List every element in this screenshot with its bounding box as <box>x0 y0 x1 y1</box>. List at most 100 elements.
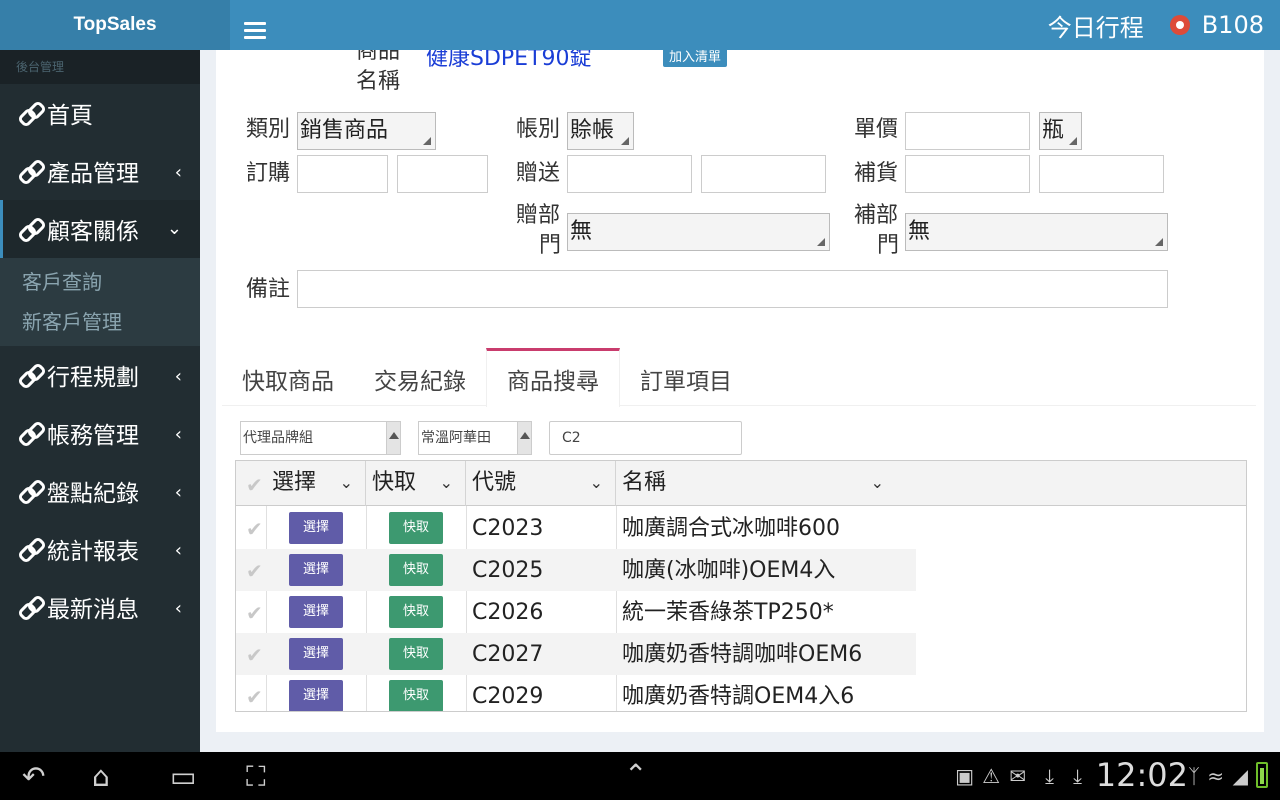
chevron-left-icon: ‹ <box>174 424 182 445</box>
quick-button[interactable]: 快取 <box>389 680 443 711</box>
chevron-up-icon[interactable]: ⌃ <box>624 758 647 791</box>
brand-group-select[interactable]: 代理品牌組 <box>240 421 401 455</box>
product-name-value[interactable]: 健康SDPET90錠 <box>426 50 592 72</box>
quick-button[interactable]: 快取 <box>389 554 443 586</box>
row-code: C2026 <box>472 600 544 625</box>
submenu-new-customer[interactable]: 新客戶管理 <box>0 302 200 342</box>
table-row[interactable]: ✔ 選擇 快取 C2025 咖廣(冰咖啡)OEM4入 <box>236 549 916 591</box>
link-icon <box>19 423 45 443</box>
mail-icon: ✉ <box>1009 764 1026 788</box>
quick-button[interactable]: 快取 <box>389 596 443 628</box>
order-qty-input-2[interactable] <box>397 155 488 193</box>
sidebar-item-label: 盤點紀錄 <box>47 481 139 507</box>
link-icon <box>19 597 45 617</box>
chevron-down-icon: ⌄ <box>339 473 353 492</box>
restock-dept-label-line1: 補部 <box>854 203 899 228</box>
chevron-down-icon: ⌄ <box>439 473 453 492</box>
warning-icon: ⚠ <box>982 764 1000 788</box>
system-nav-bar: ↶ ⌂ ▭ ⛶ ⌃ ▣ ⚠ ✉ ⤓ ⤓ 12:02 ᛉ ≈ ◢ <box>0 752 1280 800</box>
col-code-header[interactable]: 代號 ⌄ <box>466 461 616 506</box>
col-quick-header[interactable]: 快取 ⌄ <box>366 461 466 506</box>
price-input[interactable] <box>905 112 1030 150</box>
sidebar-item-label: 帳務管理 <box>47 423 139 449</box>
order-qty-input[interactable] <box>297 155 388 193</box>
select-button[interactable]: 選擇 <box>289 596 343 628</box>
row-code: C2025 <box>472 558 544 583</box>
add-to-list-button[interactable]: 加入清單 <box>663 50 728 67</box>
select-all-check-icon[interactable]: ✔ <box>246 473 263 497</box>
product-grid: ✔ 選擇 ⌄ 快取 ⌄ 代號 ⌄ 名稱 ⌄ ✔ 選擇 快取 C2023 咖廣調合式冰咖啡… <box>235 460 1247 712</box>
supplier-select[interactable]: 常溫阿華田 <box>418 421 532 455</box>
table-row[interactable]: ✔ 選擇 快取 C2023 咖廣調合式冰咖啡600 <box>236 507 916 549</box>
category-label: 類別 <box>246 117 291 142</box>
submenu-customer-query[interactable]: 客戶查詢 <box>0 262 200 302</box>
table-row[interactable]: ✔ 選擇 快取 C2027 咖廣奶香特調咖啡OEM6 <box>236 633 916 675</box>
note-label: 備註 <box>246 277 291 302</box>
row-name: 咖廣(冰咖啡)OEM4入 <box>622 558 836 583</box>
col-name-header[interactable]: 名稱 ⌄ <box>616 461 896 506</box>
restock-dept-label-line2: 門 <box>877 233 900 258</box>
gift-qty-input[interactable] <box>567 155 692 193</box>
sidebar-item-inventory[interactable]: 盤點紀錄 ‹ <box>0 462 200 520</box>
select-button[interactable]: 選擇 <box>289 554 343 586</box>
select-button[interactable]: 選擇 <box>289 638 343 670</box>
tab-product-search[interactable]: 商品搜尋 <box>486 348 620 407</box>
sidebar-item-reports[interactable]: 統計報表 ‹ <box>0 520 200 578</box>
keyword-search-input[interactable]: C2 <box>549 421 742 455</box>
tab-quick-products[interactable]: 快取商品 <box>222 348 354 406</box>
sidebar-item-label: 產品管理 <box>47 161 139 187</box>
chevron-left-icon: ‹ <box>174 162 182 183</box>
row-check-icon[interactable]: ✔ <box>246 685 263 709</box>
tab-order-items[interactable]: 訂單項目 <box>620 348 752 406</box>
link-icon <box>19 103 45 123</box>
tab-transactions[interactable]: 交易紀錄 <box>354 348 486 406</box>
account-select[interactable]: 賒帳 <box>567 112 634 150</box>
main-content: 商品 名稱 健康SDPET90錠 加入清單 類別 銷售商品 帳別 賒帳 單價 瓶… <box>216 50 1264 732</box>
back-icon[interactable]: ↶ <box>22 760 45 793</box>
sidebar-item-customers[interactable]: 顧客關係 ⌄ <box>0 200 200 258</box>
unit-select[interactable]: 瓶 <box>1039 112 1082 150</box>
sidebar-item-label: 最新消息 <box>47 597 139 623</box>
quick-button[interactable]: 快取 <box>389 638 443 670</box>
sidebar: 後台管理 首頁 產品管理 ‹ 顧客關係 ⌄ 客戶查詢 新客戶管理 行程規劃 ‹ … <box>0 50 200 752</box>
restock-qty-input-2[interactable] <box>1039 155 1164 193</box>
sidebar-item-accounts[interactable]: 帳務管理 ‹ <box>0 404 200 462</box>
home-icon[interactable]: ⌂ <box>92 760 110 793</box>
table-row[interactable]: ✔ 選擇 快取 C2026 統一茉香綠茶TP250* <box>236 591 916 633</box>
col-select-header[interactable]: 選擇 ⌄ <box>266 461 366 506</box>
sidebar-item-label: 首頁 <box>47 103 93 129</box>
row-check-icon[interactable]: ✔ <box>246 517 263 541</box>
link-icon <box>19 481 45 501</box>
table-row[interactable]: ✔ 選擇 快取 C2029 咖廣奶香特調OEM4入6 <box>236 675 916 711</box>
recent-apps-icon[interactable]: ▭ <box>170 760 196 793</box>
sidebar-item-news[interactable]: 最新消息 ‹ <box>0 578 200 636</box>
note-input[interactable] <box>297 270 1168 308</box>
gift-qty-input-2[interactable] <box>701 155 826 193</box>
row-check-icon[interactable]: ✔ <box>246 643 263 667</box>
gift-dept-select[interactable]: 無 <box>567 213 830 251</box>
product-name-label-top: 商品 <box>356 50 401 64</box>
menu-toggle-icon[interactable] <box>244 22 266 40</box>
sidebar-item-products[interactable]: 產品管理 ‹ <box>0 142 200 200</box>
user-menu[interactable]: B108 <box>1169 11 1264 39</box>
sidebar-item-schedule[interactable]: 行程規劃 ‹ <box>0 346 200 404</box>
restock-qty-input[interactable] <box>905 155 1030 193</box>
today-schedule-link[interactable]: 今日行程 <box>1048 8 1144 43</box>
screenshot-icon[interactable]: ⛶ <box>246 760 266 794</box>
row-check-icon[interactable]: ✔ <box>246 559 263 583</box>
select-button[interactable]: 選擇 <box>289 680 343 711</box>
select-button[interactable]: 選擇 <box>289 512 343 544</box>
sidebar-item-home[interactable]: 首頁 <box>0 84 200 142</box>
quick-button[interactable]: 快取 <box>389 512 443 544</box>
link-icon <box>19 161 45 181</box>
category-select[interactable]: 銷售商品 <box>297 112 436 150</box>
battery-icon <box>1256 762 1268 788</box>
row-name: 統一茉香綠茶TP250* <box>622 600 834 625</box>
tab-bar: 快取商品 交易紀錄 商品搜尋 訂單項目 <box>222 348 1256 407</box>
brand-group-value: 代理品牌組 <box>243 430 313 446</box>
brand-logo[interactable]: TopSales <box>0 0 230 50</box>
chevron-down-icon: ⌄ <box>870 473 884 492</box>
restock-dept-select[interactable]: 無 <box>905 213 1168 251</box>
link-icon <box>19 539 45 559</box>
row-check-icon[interactable]: ✔ <box>246 601 263 625</box>
